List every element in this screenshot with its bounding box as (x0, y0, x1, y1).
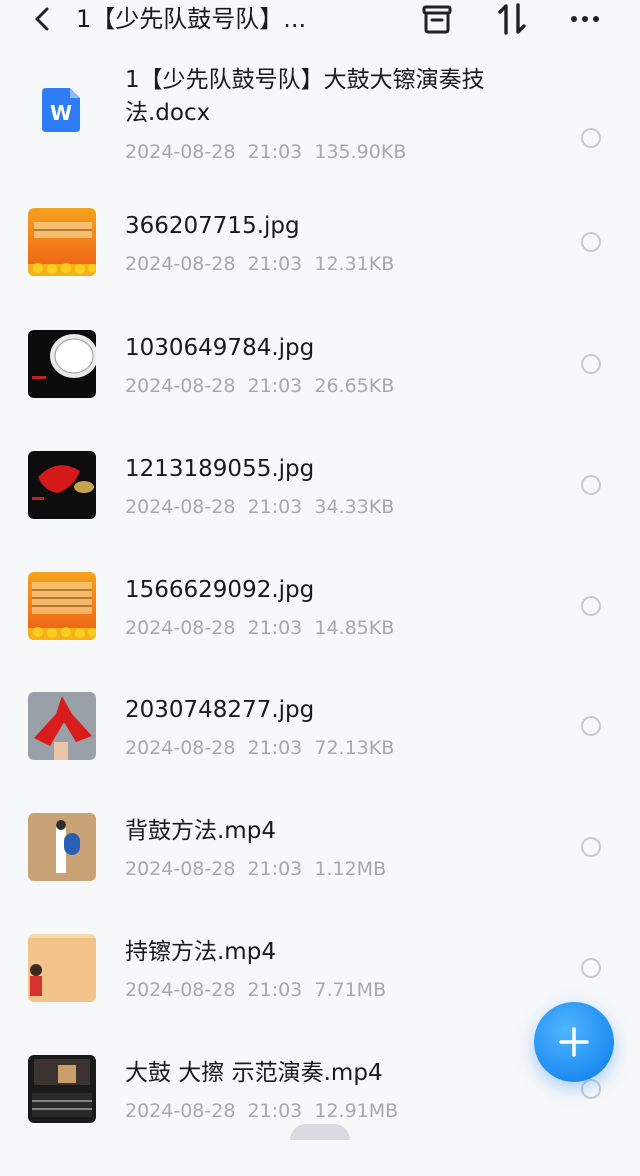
file-row[interactable]: 366207715.jpg 2024-08-28 21:03 12.31KB (0, 208, 640, 329)
file-time: 21:03 (247, 375, 303, 397)
file-size: 135.90KB (314, 141, 407, 163)
file-meta: 2024-08-28 21:03 72.13KB (125, 735, 394, 761)
file-size: 12.31KB (314, 253, 395, 275)
file-row[interactable]: 2030748277.jpg 2024-08-28 21:03 72.13KB (0, 692, 640, 813)
add-button[interactable] (534, 1002, 614, 1082)
file-time: 21:03 (247, 979, 303, 1001)
video-thumbnail (28, 813, 96, 881)
chevron-left-icon (35, 7, 49, 31)
file-time: 21:03 (247, 617, 303, 639)
file-meta: 2024-08-28 21:03 12.91MB (125, 1098, 398, 1124)
select-radio[interactable] (581, 1079, 601, 1099)
sheet-music-image (28, 572, 96, 640)
file-name: 大鼓 大擦 示范演奏.mp4 (125, 1060, 383, 1086)
file-time: 21:03 (247, 141, 303, 163)
file-row[interactable]: 1030649784.jpg 2024-08-28 21:03 26.65KB (0, 330, 640, 451)
file-size: 7.71MB (314, 979, 387, 1001)
file-meta: 2024-08-28 21:03 26.65KB (125, 373, 394, 399)
file-size: 14.85KB (314, 617, 395, 639)
archive-button[interactable] (420, 2, 454, 36)
file-size: 1.12MB (314, 858, 387, 880)
file-meta: 2024-08-28 21:03 135.90KB (125, 139, 406, 165)
file-date: 2024-08-28 (125, 617, 236, 639)
file-meta: 2024-08-28 21:03 14.85KB (125, 615, 394, 641)
top-bar: 1【少先队鼓号队】... (0, 0, 640, 40)
sort-button[interactable] (495, 2, 529, 36)
select-radio[interactable] (581, 232, 601, 252)
file-date: 2024-08-28 (125, 979, 236, 1001)
file-name: 1【少先队鼓号队】大鼓大镲演奏技法.docx (125, 67, 485, 126)
file-row[interactable]: 1566629092.jpg 2024-08-28 21:03 14.85KB (0, 572, 640, 693)
file-name: 2030748277.jpg (125, 697, 315, 723)
svg-text:W: W (50, 101, 72, 125)
file-date: 2024-08-28 (125, 1100, 236, 1122)
file-meta: 2024-08-28 21:03 34.33KB (125, 494, 394, 520)
file-time: 21:03 (247, 737, 303, 759)
plus-icon (559, 1027, 589, 1057)
file-date: 2024-08-28 (125, 375, 236, 397)
select-radio[interactable] (581, 716, 601, 736)
file-size: 12.91MB (314, 1100, 399, 1122)
file-time: 21:03 (247, 253, 303, 275)
folder-title: 1【少先队鼓号队】... (76, 5, 307, 33)
file-name: 背鼓方法.mp4 (125, 818, 276, 844)
file-row[interactable]: 1213189055.jpg 2024-08-28 21:03 34.33KB (0, 451, 640, 572)
file-time: 21:03 (247, 496, 303, 518)
file-row[interactable]: 大鼓 大擦 示范演奏.mp4 2024-08-28 21:03 12.91MB (0, 1055, 640, 1176)
select-radio[interactable] (581, 354, 601, 374)
select-radio[interactable] (581, 596, 601, 616)
file-date: 2024-08-28 (125, 496, 236, 518)
file-size: 72.13KB (314, 737, 395, 759)
select-radio[interactable] (581, 958, 601, 978)
video-thumbnail (28, 934, 96, 1002)
sort-arrows-icon (498, 3, 526, 35)
file-date: 2024-08-28 (125, 737, 236, 759)
file-name: 366207715.jpg (125, 213, 300, 239)
file-meta: 2024-08-28 21:03 12.31KB (125, 251, 394, 277)
file-date: 2024-08-28 (125, 141, 236, 163)
file-date: 2024-08-28 (125, 858, 236, 880)
file-name: 持镲方法.mp4 (125, 939, 276, 965)
select-radio[interactable] (581, 475, 601, 495)
select-radio[interactable] (581, 837, 601, 857)
more-button[interactable] (568, 2, 602, 36)
select-radio[interactable] (581, 128, 601, 148)
file-name: 1030649784.jpg (125, 335, 315, 361)
file-name: 1566629092.jpg (125, 577, 315, 603)
file-name: 1213189055.jpg (125, 456, 315, 482)
video-thumbnail (28, 1055, 96, 1123)
file-time: 21:03 (247, 858, 303, 880)
file-date: 2024-08-28 (125, 253, 236, 275)
file-time: 21:03 (247, 1100, 303, 1122)
sheet-music-image (28, 208, 96, 276)
word-doc-icon: W (40, 86, 84, 134)
file-size: 26.65KB (314, 375, 395, 397)
back-button[interactable] (30, 6, 54, 32)
file-size: 34.33KB (314, 496, 395, 518)
drum-image (28, 330, 96, 398)
file-row[interactable]: W 1【少先队鼓号队】大鼓大镲演奏技法.docx 2024-08-28 21:0… (0, 64, 640, 185)
bottom-handle[interactable] (290, 1124, 350, 1140)
red-scarf-cymbal-image (28, 451, 96, 519)
file-meta: 2024-08-28 21:03 7.71MB (125, 977, 386, 1003)
archive-box-icon (422, 5, 452, 34)
red-scarf-image (28, 692, 96, 760)
file-row[interactable]: 背鼓方法.mp4 2024-08-28 21:03 1.12MB (0, 813, 640, 934)
more-dots-icon (571, 16, 599, 22)
file-meta: 2024-08-28 21:03 1.12MB (125, 856, 386, 882)
